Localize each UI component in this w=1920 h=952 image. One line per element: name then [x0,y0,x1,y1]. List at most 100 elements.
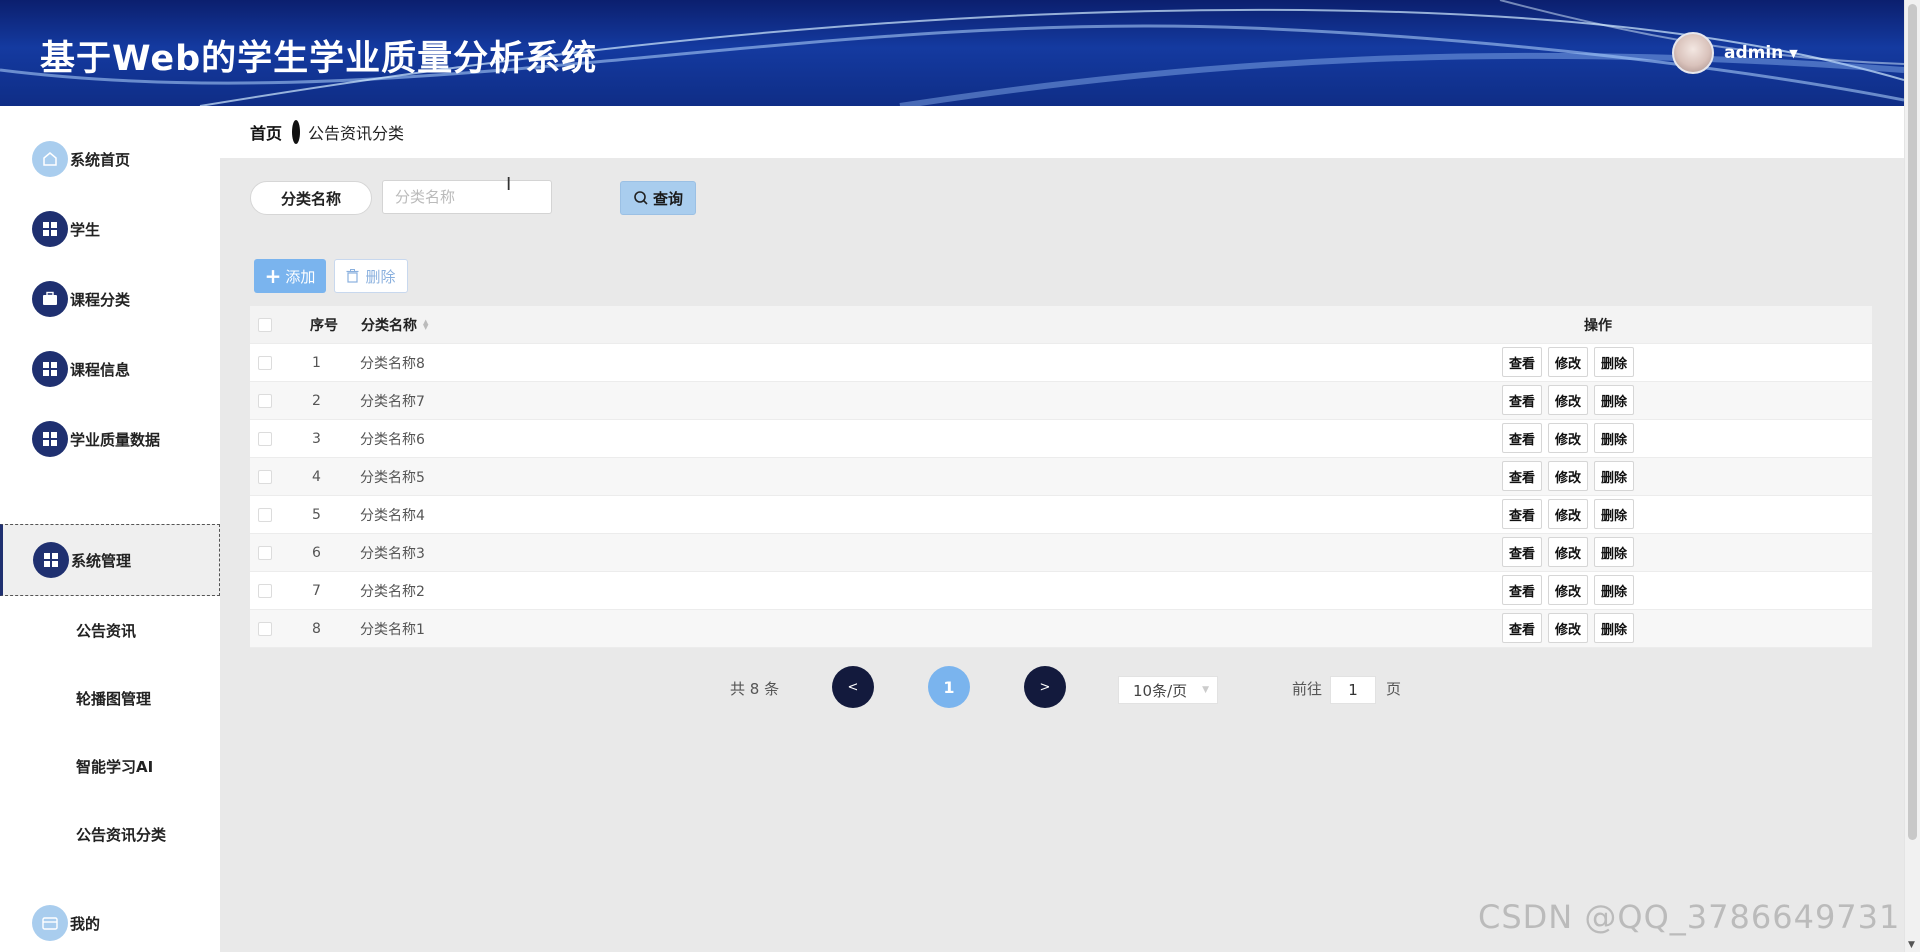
row-category-name: 分类名称1 [360,621,425,638]
row-checkbox[interactable] [258,507,272,522]
select-all-checkbox[interactable] [258,317,272,332]
sidebar-item-home[interactable]: 系统首页 [0,124,220,194]
sidebar-item-label: 系统管理 [71,551,132,570]
row-checkbox[interactable] [258,469,272,484]
edit-button[interactable]: 修改 [1548,423,1588,453]
scrollbar-thumb[interactable] [1908,4,1917,840]
pagination-page-current[interactable]: 1 [928,666,970,708]
add-button[interactable]: + 添加 [254,259,326,293]
delete-button[interactable]: 删除 [1594,461,1634,491]
main-content: 分类名称 查询 + 添加 删除 序号 分类名称 ▲▼ 操作 1分类名称8查看修改… [220,158,1904,952]
row-category-name: 分类名称5 [360,469,425,486]
row-index: 6 [312,544,321,561]
sidebar-item-label: 学生 [70,220,101,239]
breadcrumb-separator-icon [292,120,301,144]
sidebar-item-system-management[interactable]: 系统管理 [0,524,220,596]
grid-icon [32,421,68,457]
text-cursor-icon: I [506,174,512,195]
row-index: 4 [312,468,321,485]
table-row: 6 分类名称3 查看 修改 删除 [250,534,1872,572]
edit-button[interactable]: 修改 [1548,613,1588,643]
row-checkbox[interactable] [258,583,272,598]
view-button[interactable]: 查看 [1502,347,1542,377]
goto-page-input[interactable] [1330,676,1376,704]
goto-unit: 页 [1386,680,1402,698]
row-index: 8 [312,620,321,637]
row-checkbox[interactable] [258,621,272,636]
edit-button[interactable]: 修改 [1548,347,1588,377]
batch-delete-button[interactable]: 删除 [334,259,408,293]
pagination-next-button[interactable]: > [1024,666,1066,708]
row-category-name: 分类名称4 [360,507,425,524]
page-size-select[interactable]: 10条/页 ▼ [1118,676,1218,704]
delete-button[interactable]: 删除 [1594,613,1634,643]
pagination-total: 共 8 条 [730,680,780,698]
table-row: 1 分类名称8 查看 修改 删除 [250,344,1872,382]
table-header: 序号 分类名称 ▲ ▼ 操作 [250,306,1872,344]
sidebar-subitem-notice[interactable]: 公告资讯 [76,620,136,641]
edit-button[interactable]: 修改 [1548,575,1588,605]
search-button[interactable]: 查询 [620,181,696,215]
app-header: 基于Web的学生学业质量分析系统 admin ▼ [0,0,1904,106]
delete-button[interactable]: 删除 [1594,537,1634,567]
briefcase-icon [32,281,68,317]
row-checkbox[interactable] [258,355,272,370]
view-button[interactable]: 查看 [1502,537,1542,567]
column-header-name[interactable]: 分类名称 ▲ ▼ [361,315,428,335]
app-title: 基于Web的学生学业质量分析系统 [40,39,598,79]
view-button[interactable]: 查看 [1502,499,1542,529]
edit-button[interactable]: 修改 [1548,537,1588,567]
delete-button[interactable]: 删除 [1594,347,1634,377]
row-category-name: 分类名称8 [360,355,425,372]
sidebar-item-label: 学业质量数据 [70,430,161,449]
sidebar: 系统首页 学生 课程分类 课程信息 学业质量数据 系统管理 公告资讯 轮播图管理… [0,106,220,952]
sidebar-subitem-carousel[interactable]: 轮播图管理 [76,688,151,709]
edit-button[interactable]: 修改 [1548,385,1588,415]
delete-button[interactable]: 删除 [1594,385,1634,415]
edit-button[interactable]: 修改 [1548,461,1588,491]
caret-down-icon[interactable]: ▼ [1789,47,1797,60]
row-index: 5 [312,506,321,523]
batch-delete-button-label: 删除 [365,267,396,286]
row-checkbox[interactable] [258,545,272,560]
sidebar-item-label: 系统首页 [70,150,131,169]
sidebar-item-label: 课程分类 [70,290,131,309]
table-row: 7 分类名称2 查看 修改 删除 [250,572,1872,610]
sidebar-item-course-category[interactable]: 课程分类 [0,264,220,334]
pagination-prev-button[interactable]: < [832,666,874,708]
add-button-label: 添加 [285,267,316,286]
sidebar-item-quality-data[interactable]: 学业质量数据 [0,404,220,474]
sidebar-item-student[interactable]: 学生 [0,194,220,264]
column-header-name-label: 分类名称 [361,317,417,334]
user-name[interactable]: admin [1724,43,1783,63]
row-index: 1 [312,354,321,371]
view-button[interactable]: 查看 [1502,575,1542,605]
edit-button[interactable]: 修改 [1548,499,1588,529]
sidebar-subitem-notice-category[interactable]: 公告资讯分类 [76,824,166,845]
row-category-name: 分类名称6 [360,431,425,448]
view-button[interactable]: 查看 [1502,613,1542,643]
avatar[interactable] [1672,32,1714,74]
delete-button[interactable]: 删除 [1594,575,1634,605]
view-button[interactable]: 查看 [1502,385,1542,415]
sidebar-subitem-ai-learning[interactable]: 智能学习AI [76,756,153,777]
view-button[interactable]: 查看 [1502,423,1542,453]
row-category-name: 分类名称7 [360,393,425,410]
row-checkbox[interactable] [258,393,272,408]
column-header-index: 序号 [310,317,338,334]
view-button[interactable]: 查看 [1502,461,1542,491]
user-menu[interactable]: admin ▼ [1672,32,1798,74]
search-input[interactable] [382,180,552,214]
search-icon [634,191,648,205]
row-category-name: 分类名称3 [360,545,425,562]
scroll-down-arrow-icon[interactable]: ▼ [1908,940,1915,950]
delete-button[interactable]: 删除 [1594,499,1634,529]
sidebar-item-mine[interactable]: 我的 [0,888,220,952]
delete-button[interactable]: 删除 [1594,423,1634,453]
row-checkbox[interactable] [258,431,272,446]
breadcrumb-home[interactable]: 首页 [250,120,282,144]
sidebar-item-course-info[interactable]: 课程信息 [0,334,220,404]
watermark: CSDN @QQ_3786649731 [1478,898,1901,936]
page-scrollbar[interactable]: ▼ [1904,0,1920,952]
sort-icon[interactable]: ▲ ▼ [423,318,428,330]
